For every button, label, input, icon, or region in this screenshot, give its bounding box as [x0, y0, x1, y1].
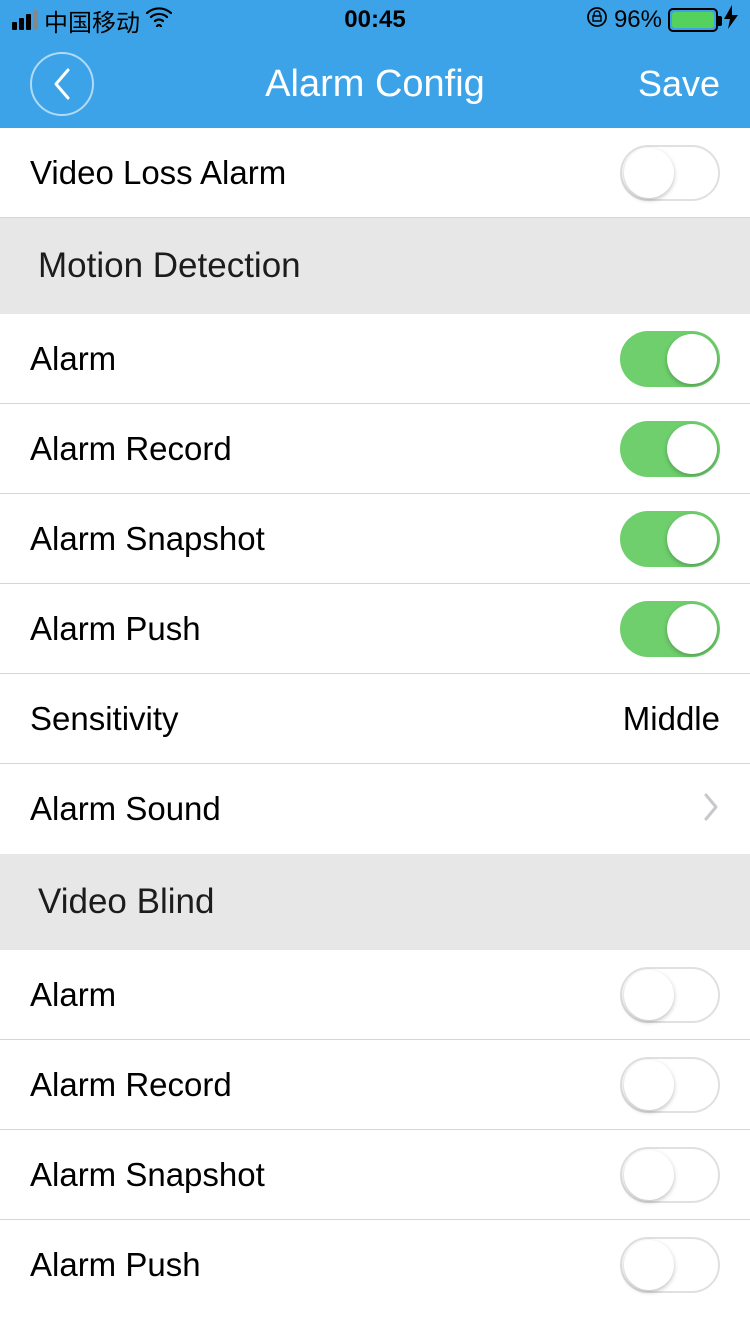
toggle-video-loss[interactable]: [620, 145, 720, 201]
signal-icon: [12, 10, 38, 30]
row-blind-snapshot: Alarm Snapshot: [0, 1130, 750, 1220]
row-blind-record: Alarm Record: [0, 1040, 750, 1130]
row-label: Alarm Record: [30, 1066, 232, 1104]
toggle-motion-push[interactable]: [620, 601, 720, 657]
row-label: Alarm Push: [30, 1246, 201, 1284]
status-bar: 中国移动 00:45 96%: [0, 0, 750, 40]
battery-icon: [668, 8, 718, 32]
chevron-left-icon: [51, 67, 73, 101]
status-left: 中国移动: [12, 3, 172, 38]
toggle-blind-record[interactable]: [620, 1057, 720, 1113]
row-motion-push: Alarm Push: [0, 584, 750, 674]
save-button[interactable]: Save: [638, 63, 720, 105]
toggle-blind-snapshot[interactable]: [620, 1147, 720, 1203]
row-blind-alarm: Alarm: [0, 950, 750, 1040]
toggle-motion-snapshot[interactable]: [620, 511, 720, 567]
charging-icon: [724, 5, 738, 35]
sensitivity-value: Middle: [623, 700, 720, 738]
row-sensitivity[interactable]: Sensitivity Middle: [0, 674, 750, 764]
row-label: Sensitivity: [30, 700, 179, 738]
row-label: Video Loss Alarm: [30, 154, 286, 192]
row-label: Alarm Push: [30, 610, 201, 648]
row-label: Alarm Record: [30, 430, 232, 468]
row-label: Alarm Snapshot: [30, 1156, 265, 1194]
row-alarm-sound[interactable]: Alarm Sound: [0, 764, 750, 854]
row-label: Alarm Sound: [30, 790, 221, 828]
status-right: 96%: [586, 5, 738, 35]
status-time: 00:45: [344, 6, 405, 34]
wifi-icon: [146, 6, 172, 34]
row-blind-push: Alarm Push: [0, 1220, 750, 1310]
toggle-blind-push[interactable]: [620, 1237, 720, 1293]
row-motion-alarm: Alarm: [0, 314, 750, 404]
nav-bar: Alarm Config Save: [0, 40, 750, 128]
section-header-motion: Motion Detection: [0, 218, 750, 314]
section-header-blind: Video Blind: [0, 854, 750, 950]
row-label: Alarm: [30, 976, 116, 1014]
row-motion-snapshot: Alarm Snapshot: [0, 494, 750, 584]
page-title: Alarm Config: [265, 63, 485, 106]
row-label: Alarm: [30, 340, 116, 378]
row-label: Alarm Snapshot: [30, 520, 265, 558]
battery-percent: 96%: [614, 6, 662, 34]
rotation-lock-icon: [586, 6, 608, 34]
toggle-motion-alarm[interactable]: [620, 331, 720, 387]
chevron-right-icon: [702, 792, 720, 827]
row-motion-record: Alarm Record: [0, 404, 750, 494]
toggle-blind-alarm[interactable]: [620, 967, 720, 1023]
toggle-motion-record[interactable]: [620, 421, 720, 477]
row-video-loss-alarm: Video Loss Alarm: [0, 128, 750, 218]
carrier-label: 中国移动: [44, 3, 140, 38]
back-button[interactable]: [30, 52, 94, 116]
